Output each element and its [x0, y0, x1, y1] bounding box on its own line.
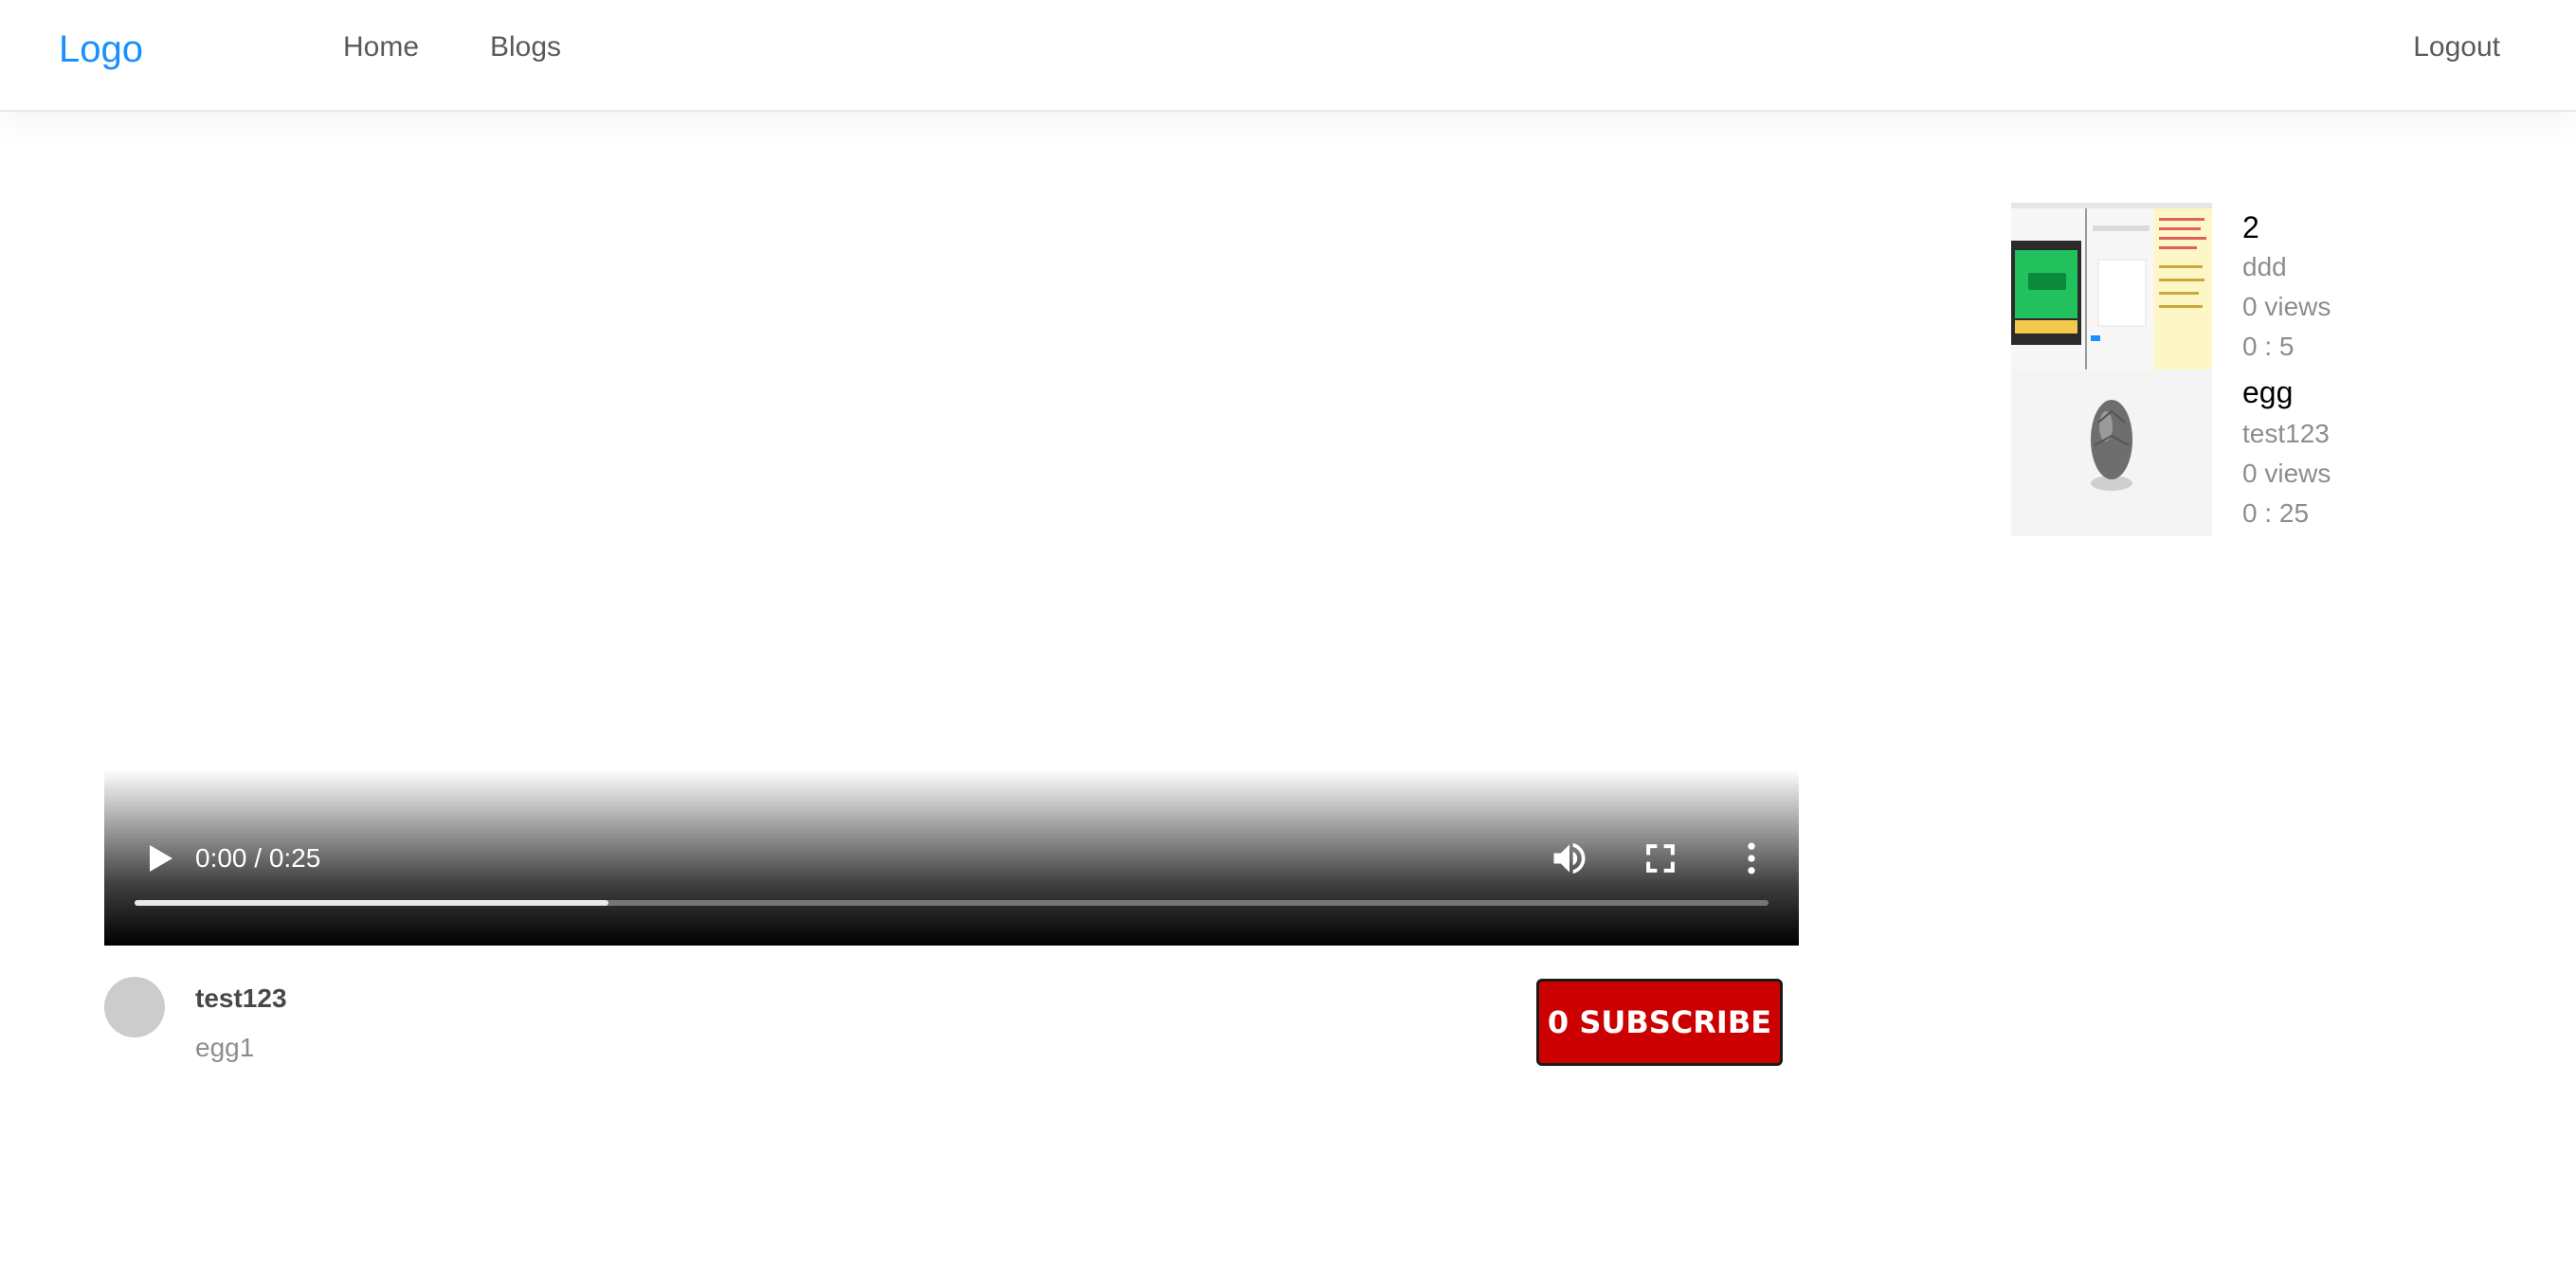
more-options-button[interactable]: [1731, 838, 1772, 879]
side-video-views: 0 views: [2242, 459, 2331, 488]
logout-link[interactable]: Logout: [2413, 27, 2500, 68]
video-thumbnail[interactable]: [2011, 203, 2212, 370]
play-icon: [150, 845, 172, 872]
side-video-views: 0 views: [2242, 292, 2331, 321]
side-video-title[interactable]: egg: [2242, 373, 2293, 411]
egg-thumbnail-image: [2011, 370, 2212, 536]
side-video-card[interactable]: 2 ddd 0 views 0 : 5: [2011, 203, 2542, 370]
time-display: 0:00 / 0:25: [195, 843, 321, 873]
play-button[interactable]: [140, 839, 178, 877]
screenshot-thumbnail-image: [2011, 203, 2212, 370]
volume-button[interactable]: [1549, 838, 1590, 879]
side-video-author: ddd: [2242, 252, 2287, 281]
volume-icon: [1553, 842, 1586, 874]
top-navbar: Logo Home Blogs Logout: [0, 0, 2576, 112]
fullscreen-button[interactable]: [1640, 838, 1681, 879]
video-player[interactable]: 0:00 / 0:25: [104, 159, 1799, 946]
side-video-card[interactable]: egg test123 0 views 0 : 25: [2011, 370, 2542, 536]
logo-link[interactable]: Logo: [59, 23, 143, 76]
side-video-duration: 0 : 5: [2242, 332, 2295, 361]
nav-blogs-link[interactable]: Blogs: [490, 27, 561, 68]
progress-bar[interactable]: [135, 900, 1769, 906]
subscribe-button[interactable]: 0 SUBSCRIBE: [1536, 979, 1783, 1066]
video-thumbnail[interactable]: [2011, 370, 2212, 536]
nav-home-link[interactable]: Home: [343, 27, 419, 68]
controls-overlay: [104, 769, 1799, 946]
fullscreen-icon: [1646, 844, 1675, 873]
progress-fill: [135, 900, 608, 906]
more-vertical-icon: [1748, 842, 1755, 874]
side-video-title[interactable]: 2: [2242, 208, 2259, 246]
channel-name: test123: [195, 983, 287, 1013]
side-video-author: test123: [2242, 419, 2330, 448]
side-video-duration: 0 : 25: [2242, 498, 2310, 528]
channel-avatar: [104, 977, 165, 1037]
video-description: egg1: [195, 1033, 255, 1062]
